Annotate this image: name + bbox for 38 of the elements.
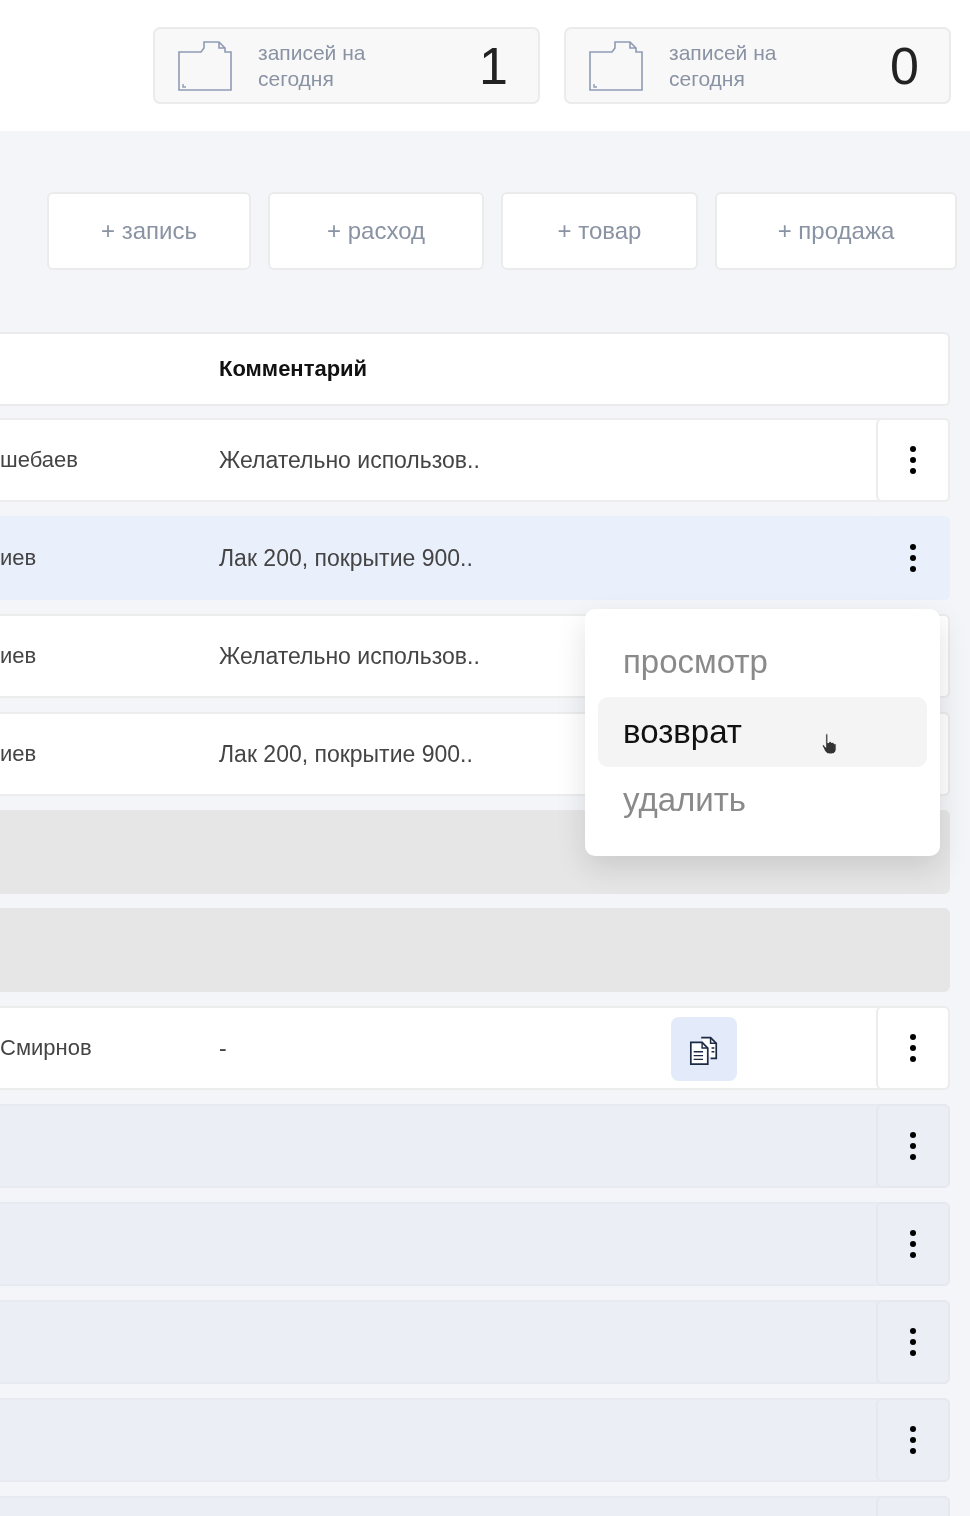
more-button[interactable] (876, 1300, 950, 1384)
table-row[interactable] (0, 1398, 950, 1482)
stat-label: записей на сегодня (258, 39, 367, 92)
more-icon (909, 1229, 917, 1259)
more-button[interactable] (876, 1202, 950, 1286)
hand-cursor-icon (821, 733, 837, 755)
name-cell-text: иев (0, 545, 38, 571)
name-cell-text: шебаев (0, 447, 79, 473)
comment-cell: Желательно использов.. (219, 446, 480, 474)
table-row[interactable] (0, 1300, 950, 1384)
table-row[interactable]: Смирнов - (0, 1006, 950, 1090)
more-icon (909, 543, 917, 573)
stat-value: 0 (890, 35, 919, 96)
table-row[interactable] (0, 1104, 950, 1188)
more-icon (909, 1033, 917, 1063)
name-cell-text: Смирнов (0, 1035, 93, 1061)
more-icon (909, 445, 917, 475)
name-cell-text: иев (0, 741, 38, 767)
folder-icon (588, 39, 644, 92)
more-button[interactable] (876, 1104, 950, 1188)
column-header: Комментарий (219, 356, 368, 382)
comment-cell: Лак 200, покрытие 900.. (219, 544, 473, 572)
stat-value: 1 (479, 35, 508, 96)
more-icon (909, 1425, 917, 1455)
more-icon (909, 1327, 917, 1357)
more-button[interactable] (876, 1398, 950, 1482)
more-icon (909, 1131, 917, 1161)
stat-label: записей на сегодня (669, 39, 778, 92)
comment-cell: - (219, 1034, 227, 1062)
folder-icon (177, 39, 233, 92)
table-row[interactable]: шебаев Желательно использов.. (0, 418, 950, 502)
documents-button[interactable] (671, 1017, 737, 1081)
table-row[interactable]: иев Лак 200, покрытие 900.. (0, 516, 950, 600)
table-row[interactable] (0, 1202, 950, 1286)
comment-cell: Желательно использов.. (219, 642, 480, 670)
comment-cell: Лак 200, покрытие 900.. (219, 740, 473, 768)
name-cell-text: иев (0, 643, 38, 669)
menu-item[interactable]: возврат (598, 697, 927, 767)
